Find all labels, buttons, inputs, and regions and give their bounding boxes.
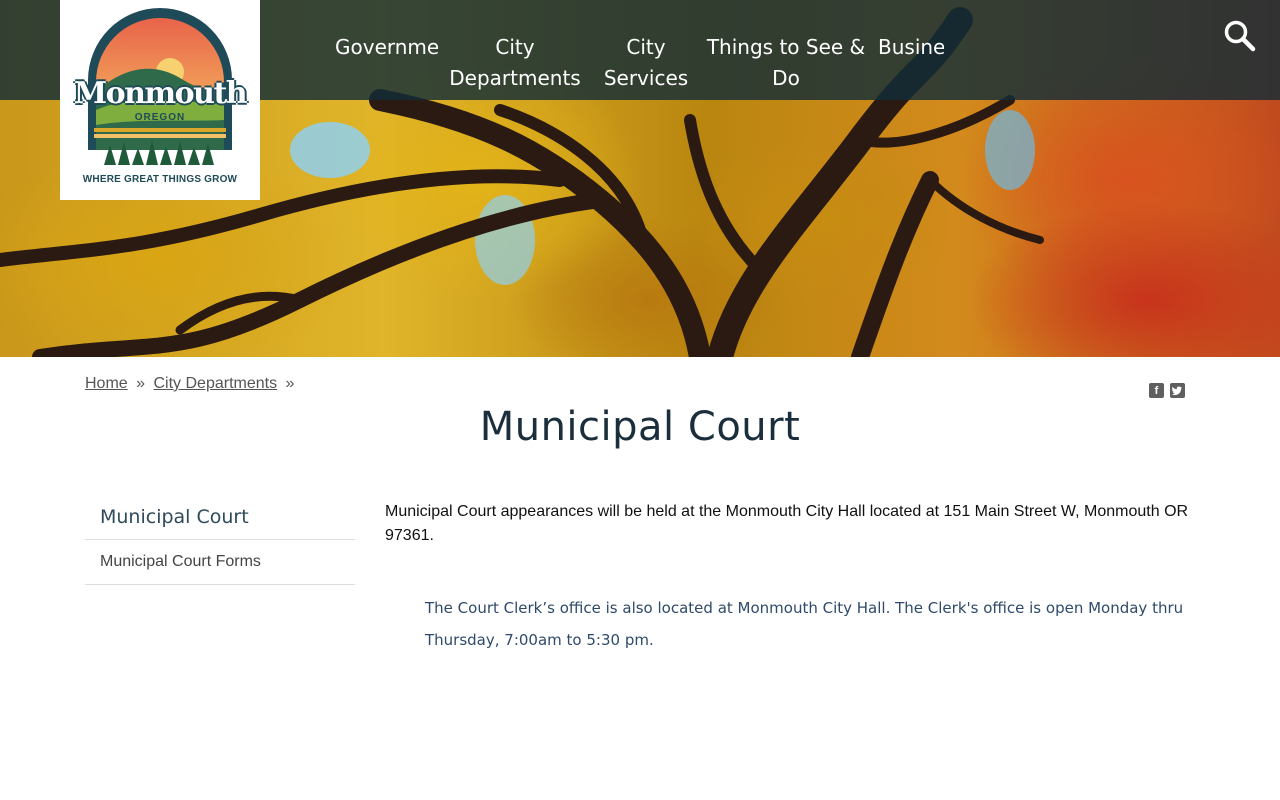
facebook-share-icon[interactable]: f [1149,383,1164,398]
sidebar-title-municipal-court[interactable]: Municipal Court [85,496,355,540]
site-logo[interactable]: Monmouth OREGON WHERE GREAT THINGS GROW [60,0,260,200]
search-icon [1224,20,1256,52]
logo-state: OREGON [134,112,186,123]
sidebar: Municipal Court Municipal Court Forms [85,496,355,585]
logo-city-name: Monmouth [73,76,248,111]
nav-things-to-see-and-do[interactable]: Things to See & Do [700,32,872,94]
breadcrumb-separator: » [136,375,146,392]
search-button[interactable] [1222,18,1256,52]
court-location-paragraph: Municipal Court appearances will be held… [385,503,1189,544]
logo-tagline: WHERE GREAT THINGS GROW [82,174,238,185]
clerk-hours-paragraph: The Court Clerk’s office is also located… [425,599,1184,649]
nav-government[interactable]: Government [335,32,438,63]
breadcrumb: Home » City Departments » [85,375,298,393]
breadcrumb-city-departments-link[interactable]: City Departments [154,375,278,392]
nav-city-departments[interactable]: City Departments [445,32,585,94]
sidebar-item-municipal-court-forms[interactable]: Municipal Court Forms [85,540,355,585]
breadcrumb-home-link[interactable]: Home [85,375,128,392]
nav-city-services[interactable]: City Services [600,32,692,94]
twitter-share-icon[interactable] [1170,383,1185,398]
page-title: Municipal Court [479,404,801,450]
nav-business[interactable]: Business [878,32,944,63]
twitter-bird-icon [1171,386,1182,396]
breadcrumb-separator: » [285,375,295,392]
